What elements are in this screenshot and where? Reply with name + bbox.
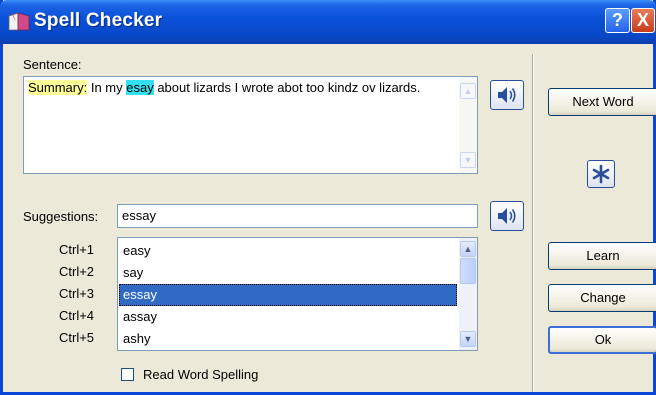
learn-button[interactable]: Learn: [548, 242, 656, 270]
sentence-between: In my: [87, 80, 127, 95]
list-item[interactable]: easy: [119, 240, 457, 262]
speak-suggestion-button[interactable]: [490, 201, 524, 231]
shortcut-label: Ctrl+2: [59, 264, 95, 279]
ok-button[interactable]: Ok: [548, 326, 656, 354]
read-spelling-label: Read Word Spelling: [143, 367, 259, 382]
next-word-button[interactable]: Next Word: [548, 88, 656, 116]
title-bar[interactable]: Spell Checker ? X: [0, 0, 656, 44]
shortcut-label: Ctrl+5: [59, 330, 95, 345]
sentence-rest: about lizards I wrote abot too kindz ov …: [153, 80, 421, 95]
list-item[interactable]: say: [119, 262, 457, 284]
speaker-icon: [498, 87, 516, 103]
divider: [532, 54, 534, 392]
sentence-textbox[interactable]: Summary: In my esay about lizards I wrot…: [23, 76, 478, 174]
scroll-down-arrow[interactable]: ▼: [460, 152, 476, 168]
sentence-text: Summary: In my esay about lizards I wrot…: [28, 79, 448, 96]
list-scroll-down-arrow[interactable]: ▼: [460, 331, 476, 347]
suggestion-input[interactable]: essay: [117, 204, 478, 228]
list-scroll-up-arrow[interactable]: ▲: [460, 241, 476, 257]
sentence-scrollbar[interactable]: ▲ ▼: [459, 77, 477, 173]
sentence-prefix: Summary:: [28, 80, 88, 95]
list-item-selected[interactable]: essay: [119, 284, 457, 306]
help-button[interactable]: ?: [605, 8, 630, 33]
shortcut-label: Ctrl+4: [59, 308, 95, 323]
read-spelling-checkbox[interactable]: [121, 368, 134, 381]
suggestion-list[interactable]: easy say essay assay ashy ▲ ▼: [117, 237, 478, 351]
close-button[interactable]: X: [631, 8, 655, 33]
shortcut-label: Ctrl+1: [59, 242, 95, 257]
scroll-up-arrow[interactable]: ▲: [460, 83, 476, 99]
list-scrollbar[interactable]: ▲ ▼: [459, 238, 477, 350]
spell-checker-window: Spell Checker ? X Sentence: Summary: In …: [0, 0, 656, 395]
misspelled-word: esay: [126, 80, 154, 95]
speak-sentence-button[interactable]: [490, 80, 524, 110]
suggestions-label: Suggestions:: [23, 209, 99, 224]
shortcut-label: Ctrl+3: [59, 286, 95, 301]
list-item[interactable]: assay: [119, 306, 457, 328]
window-title: Spell Checker: [34, 10, 163, 31]
asterisk-icon: [592, 164, 610, 184]
list-scroll-thumb[interactable]: [460, 258, 476, 284]
speaker-icon: [498, 208, 516, 224]
asterisk-button[interactable]: [587, 160, 615, 188]
sentence-label: Sentence:: [23, 57, 82, 72]
list-item[interactable]: ashy: [119, 328, 457, 350]
book-icon: [8, 12, 30, 31]
change-button[interactable]: Change: [548, 284, 656, 312]
